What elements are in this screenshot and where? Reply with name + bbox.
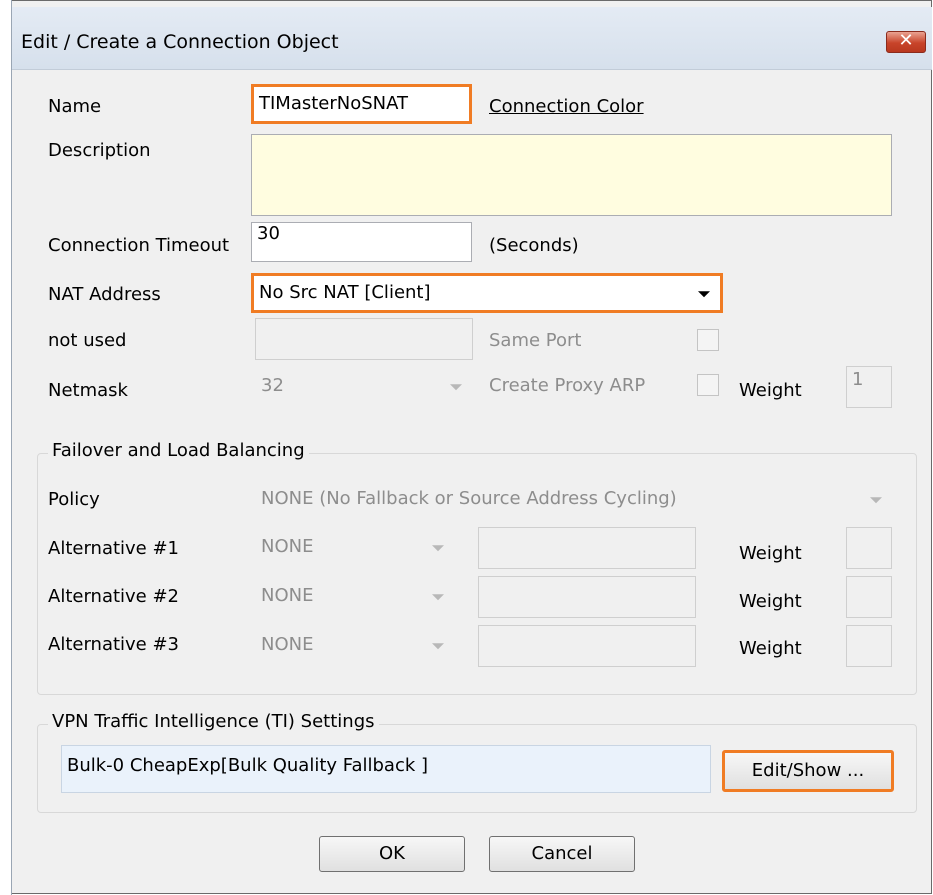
failover-group-label: Failover and Load Balancing bbox=[48, 440, 309, 461]
chevron-down-icon bbox=[432, 545, 444, 552]
timeout-unit: (Seconds) bbox=[489, 235, 579, 256]
alternative-1-label: Alternative #1 bbox=[48, 538, 180, 559]
alternative-1-dropdown[interactable]: NONE bbox=[255, 527, 455, 567]
same-port-label: Same Port bbox=[489, 330, 582, 351]
same-port-checkbox[interactable] bbox=[697, 329, 719, 351]
title-bar[interactable]: Edit / Create a Connection Object ✕ bbox=[12, 7, 932, 70]
weight-input[interactable]: 1 bbox=[846, 366, 892, 408]
alternative-1-value: NONE bbox=[261, 536, 314, 557]
alternative-3-dropdown[interactable]: NONE bbox=[255, 625, 455, 665]
alternative-3-label: Alternative #3 bbox=[48, 634, 180, 655]
name-input[interactable]: TIMasterNoSNAT bbox=[251, 84, 472, 124]
close-icon: ✕ bbox=[898, 30, 914, 51]
netmask-label: Netmask bbox=[48, 380, 128, 401]
connection-color-link[interactable]: Connection Color bbox=[489, 96, 644, 117]
policy-value: NONE (No Fallback or Source Address Cycl… bbox=[261, 488, 677, 509]
alternative-2-input[interactable] bbox=[478, 576, 696, 618]
background-window-edge bbox=[0, 0, 12, 895]
weight-input-value: 1 bbox=[852, 369, 864, 390]
alternative-2-value: NONE bbox=[261, 585, 314, 606]
alternative-1-input[interactable] bbox=[478, 527, 696, 569]
alternative-1-weight-label: Weight bbox=[739, 543, 802, 564]
proxy-arp-label: Create Proxy ARP bbox=[489, 375, 646, 396]
netmask-value: 32 bbox=[261, 375, 284, 396]
chevron-down-icon bbox=[432, 594, 444, 601]
alternative-2-label: Alternative #2 bbox=[48, 586, 180, 607]
not-used-label: not used bbox=[48, 330, 127, 351]
nat-address-value: No Src NAT [Client] bbox=[259, 282, 431, 303]
description-input[interactable] bbox=[251, 134, 892, 216]
proxy-arp-checkbox[interactable] bbox=[697, 374, 719, 396]
vpn-settings-field: Bulk-0 CheapExp[Bulk Quality Fallback ] bbox=[61, 745, 711, 793]
not-used-input[interactable] bbox=[255, 318, 473, 360]
alternative-2-dropdown[interactable]: NONE bbox=[255, 576, 455, 616]
timeout-label: Connection Timeout bbox=[48, 235, 230, 256]
timeout-input[interactable]: 30 bbox=[251, 222, 472, 262]
dialog-title: Edit / Create a Connection Object bbox=[21, 31, 339, 53]
weight-label: Weight bbox=[739, 380, 802, 401]
close-button[interactable]: ✕ bbox=[886, 30, 926, 53]
chevron-down-icon bbox=[698, 291, 710, 298]
alternative-3-value: NONE bbox=[261, 634, 314, 655]
timeout-input-value: 30 bbox=[257, 223, 280, 244]
cancel-button[interactable]: Cancel bbox=[489, 836, 635, 872]
policy-dropdown[interactable]: NONE (No Fallback or Source Address Cycl… bbox=[255, 480, 893, 518]
nat-address-label: NAT Address bbox=[48, 284, 161, 305]
policy-label: Policy bbox=[48, 489, 100, 510]
ok-button[interactable]: OK bbox=[319, 836, 465, 872]
chevron-down-icon bbox=[432, 643, 444, 650]
alternative-3-weight-input[interactable] bbox=[846, 625, 892, 667]
edit-show-button[interactable]: Edit/Show ... bbox=[722, 750, 894, 792]
description-label: Description bbox=[48, 140, 151, 161]
chevron-down-icon bbox=[870, 497, 882, 504]
nat-address-dropdown[interactable]: No Src NAT [Client] bbox=[251, 273, 723, 313]
name-label: Name bbox=[48, 96, 102, 117]
alternative-2-weight-label: Weight bbox=[739, 591, 802, 612]
chevron-down-icon bbox=[450, 384, 462, 391]
netmask-dropdown[interactable]: 32 bbox=[255, 366, 473, 406]
alternative-3-weight-label: Weight bbox=[739, 638, 802, 659]
alternative-1-weight-input[interactable] bbox=[846, 527, 892, 569]
name-input-value: TIMasterNoSNAT bbox=[259, 93, 409, 114]
vpn-group-label: VPN Traffic Intelligence (TI) Settings bbox=[48, 711, 379, 732]
alternative-2-weight-input[interactable] bbox=[846, 576, 892, 618]
vpn-settings-value: Bulk-0 CheapExp[Bulk Quality Fallback ] bbox=[67, 755, 429, 776]
alternative-3-input[interactable] bbox=[478, 625, 696, 667]
